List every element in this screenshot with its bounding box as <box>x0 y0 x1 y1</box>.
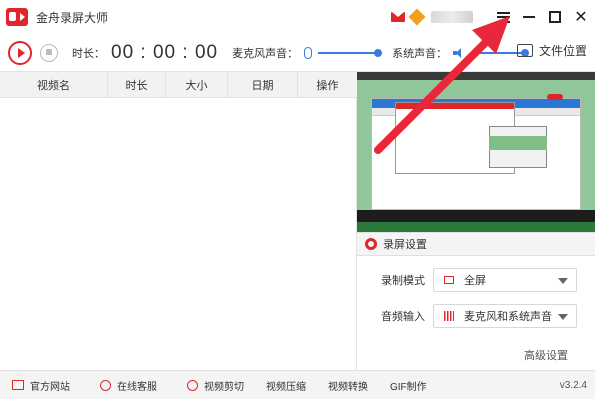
column-header-name[interactable]: 视频名 <box>0 72 108 97</box>
audio-input-value: 麦克风和系统声音 <box>464 311 552 323</box>
close-icon: ✕ <box>574 9 588 26</box>
gear-icon <box>365 238 377 250</box>
mic-volume-slider[interactable] <box>318 48 383 57</box>
app-logo-icon <box>6 8 28 26</box>
video-convert-link[interactable]: 视频转换 <box>328 378 368 393</box>
file-location-button[interactable]: 文件位置 <box>516 42 587 59</box>
menu-button[interactable] <box>491 5 515 29</box>
app-title: 金舟录屏大师 <box>36 10 109 25</box>
title-bar: 金舟录屏大师 ✕ <box>0 0 595 34</box>
preview-taskbar <box>357 210 595 222</box>
menu-icon <box>496 11 510 23</box>
maximize-button[interactable] <box>543 5 567 29</box>
column-header-actions[interactable]: 操作 <box>298 72 357 97</box>
advanced-settings-link[interactable]: 高级设置 <box>524 347 568 363</box>
user-account[interactable] <box>431 11 473 23</box>
column-header-duration[interactable]: 时长 <box>108 72 166 97</box>
preview-badge <box>547 94 563 100</box>
recording-settings-header: 录屏设置 <box>357 232 595 256</box>
record-mode-label: 录制模式 <box>381 275 425 287</box>
chevron-down-icon <box>558 314 568 320</box>
close-button[interactable]: ✕ <box>569 5 593 29</box>
column-header-size[interactable]: 大小 <box>166 72 228 97</box>
cut-icon <box>187 379 198 391</box>
vip-icon[interactable] <box>408 8 426 26</box>
record-mode-row: 录制模式 全屏 <box>381 268 577 292</box>
video-cut-link[interactable]: 视频剪切 <box>187 378 244 393</box>
maximize-icon <box>549 11 561 23</box>
preview-topbar <box>357 72 595 80</box>
speaker-icon[interactable] <box>453 47 465 58</box>
stop-button[interactable] <box>40 43 58 62</box>
title-bar-controls: ✕ <box>391 0 595 34</box>
record-mode-value: 全屏 <box>464 275 486 287</box>
video-list[interactable] <box>0 98 357 370</box>
mic-volume-knob[interactable] <box>374 48 383 57</box>
audio-input-label: 音频输入 <box>381 311 425 323</box>
monitor-icon <box>444 276 454 284</box>
minimize-button[interactable] <box>517 5 541 29</box>
status-bar: 官方网站 在线客服 视频剪切 视频压缩 视频转换 GIF制作 v3.2.4 <box>0 370 595 399</box>
minimize-icon <box>523 16 535 18</box>
record-mode-select[interactable]: 全屏 <box>433 268 577 292</box>
settings-title: 录屏设置 <box>383 239 427 251</box>
audio-input-row: 音频输入 麦克风和系统声音 <box>381 304 577 328</box>
gif-maker-link[interactable]: GIF制作 <box>390 378 427 393</box>
video-cut-label: 视频剪切 <box>204 381 244 393</box>
microphone-icon[interactable] <box>304 46 313 59</box>
duration-value: 00 : 00 : 00 <box>111 41 219 63</box>
screen-preview <box>357 72 595 232</box>
online-service-link[interactable]: 在线客服 <box>100 378 157 393</box>
version-label: v3.2.4 <box>559 380 587 391</box>
chevron-down-icon <box>558 278 568 284</box>
official-website-link[interactable]: 官方网站 <box>12 378 70 393</box>
folder-icon <box>516 44 533 57</box>
file-location-label: 文件位置 <box>538 44 587 58</box>
customer-service-icon <box>100 379 111 391</box>
online-service-label: 在线客服 <box>117 381 157 393</box>
preview-bottom-strip <box>357 222 595 232</box>
recording-toolbar: 时长： 00 : 00 : 00 麦克风声音： 系统声音： 文件位置 <box>0 34 595 72</box>
preview-nested-content <box>489 136 547 150</box>
duration-label: 时长： <box>72 47 105 60</box>
system-volume-label: 系统声音： <box>392 47 448 60</box>
audio-input-select[interactable]: 麦克风和系统声音 <box>433 304 577 328</box>
mic-volume-label: 麦克风声音： <box>232 47 299 60</box>
mail-icon[interactable] <box>391 12 405 22</box>
column-header-date[interactable]: 日期 <box>228 72 298 97</box>
audio-wave-icon <box>444 311 454 321</box>
website-icon <box>12 380 24 390</box>
official-website-label: 官方网站 <box>30 381 70 393</box>
video-compress-link[interactable]: 视频压缩 <box>266 378 306 393</box>
record-button[interactable] <box>8 40 32 65</box>
video-table-header: 视频名 时长 大小 日期 操作 <box>0 72 357 98</box>
